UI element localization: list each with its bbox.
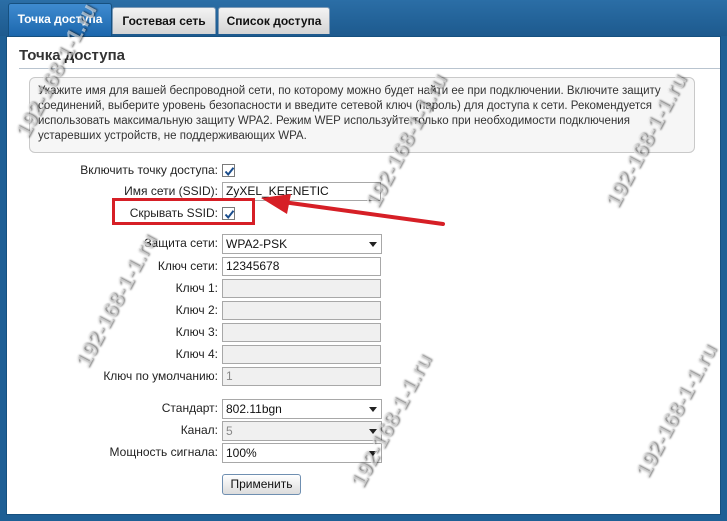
red-arrow-icon <box>261 194 445 226</box>
page-title: Точка доступа <box>19 47 126 64</box>
row-key1: Ключ 1: <box>7 279 722 299</box>
power-value: 100% <box>226 446 257 460</box>
ssid-label: Имя сети (SSID): <box>124 184 218 198</box>
security-value: WPA2-PSK <box>226 237 288 251</box>
key4-input[interactable] <box>222 345 381 364</box>
power-label: Мощность сигнала: <box>109 445 218 459</box>
network-key-label: Ключ сети: <box>157 259 218 273</box>
key4-label: Ключ 4: <box>175 347 218 361</box>
network-key-input[interactable]: 12345678 <box>222 257 381 276</box>
security-label: Защита сети: <box>144 236 218 250</box>
row-key3: Ключ 3: <box>7 323 722 343</box>
standard-value: 802.11bgn <box>226 402 282 416</box>
chevron-down-icon <box>369 242 377 247</box>
chevron-down-icon <box>369 407 377 412</box>
default-key-label: Ключ по умолчанию: <box>103 369 218 383</box>
row-power: Мощность сигнала: 100% <box>7 443 722 463</box>
row-channel: Канал: 5 <box>7 421 722 441</box>
key2-label: Ключ 2: <box>175 303 218 317</box>
power-select[interactable]: 100% <box>222 443 382 463</box>
channel-select[interactable]: 5 <box>222 421 382 441</box>
row-security: Защита сети: WPA2-PSK <box>7 234 722 254</box>
row-key4: Ключ 4: <box>7 345 722 365</box>
main-panel: Точка доступа Укажите имя для вашей бесп… <box>6 36 721 515</box>
chevron-down-icon <box>369 429 377 434</box>
row-standard: Стандарт: 802.11bgn <box>7 399 722 419</box>
channel-label: Канал: <box>180 423 218 437</box>
hide-ssid-highlight-box <box>112 198 255 225</box>
chevron-down-icon <box>369 451 377 456</box>
checkmark-icon <box>224 167 235 177</box>
enable-ap-label: Включить точку доступа: <box>80 163 218 177</box>
row-default-key: Ключ по умолчанию: 1 <box>7 367 722 387</box>
default-key-input[interactable]: 1 <box>222 367 381 386</box>
key1-label: Ключ 1: <box>175 281 218 295</box>
tab-access-point[interactable]: Точка доступа <box>8 3 112 36</box>
enable-ap-checkbox[interactable] <box>222 164 235 177</box>
row-key2: Ключ 2: <box>7 301 722 321</box>
standard-label: Стандарт: <box>161 401 218 415</box>
row-network-key: Ключ сети: 12345678 <box>7 257 722 277</box>
key3-label: Ключ 3: <box>175 325 218 339</box>
title-divider <box>19 68 720 69</box>
key3-input[interactable] <box>222 323 381 342</box>
key2-input[interactable] <box>222 301 381 320</box>
tab-guest-network[interactable]: Гостевая сеть <box>112 7 216 34</box>
channel-value: 5 <box>226 424 233 438</box>
tab-bar: Точка доступа Гостевая сеть Список досту… <box>0 0 727 36</box>
tab-access-list[interactable]: Список доступа <box>218 7 330 34</box>
standard-select[interactable]: 802.11bgn <box>222 399 382 419</box>
apply-button[interactable]: Применить <box>222 474 301 495</box>
row-enable-ap: Включить точку доступа: <box>7 161 722 181</box>
security-select[interactable]: WPA2-PSK <box>222 234 382 254</box>
info-box: Укажите имя для вашей беспроводной сети,… <box>29 77 695 153</box>
info-text: Укажите имя для вашей беспроводной сети,… <box>38 85 661 142</box>
key1-input[interactable] <box>222 279 381 298</box>
